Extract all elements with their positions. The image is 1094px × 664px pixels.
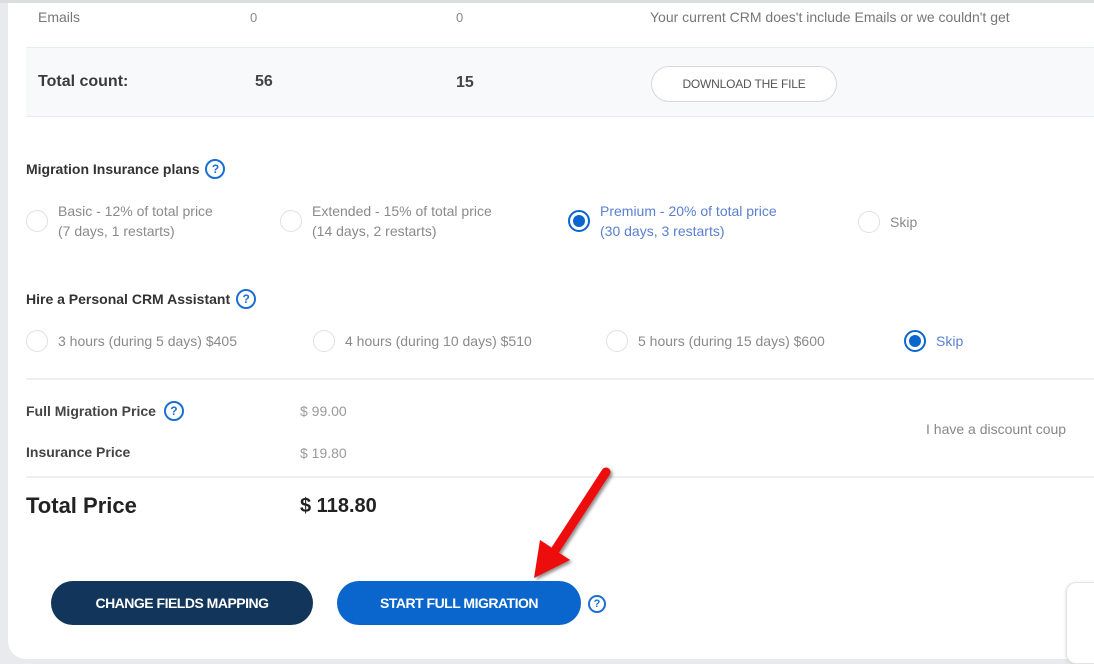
row-label: Emails [38, 9, 81, 25]
assistant-option-skip[interactable]: Skip [904, 330, 963, 352]
insurance-option-premium[interactable]: Premium - 20% of total price (30 days, 3 … [568, 201, 777, 241]
arrow-shaft [549, 467, 611, 557]
option-label: Basic - 12% of total price (7 days, 1 res… [58, 203, 213, 239]
insurance-option-extended[interactable]: Extended - 15% of total price (14 days, 2… [280, 201, 492, 241]
option-label: Skip [936, 333, 964, 349]
option-label: Skip [890, 214, 918, 230]
insurance-title-text: Migration Insurance plans [26, 161, 200, 177]
total-price-label: Total Price [26, 493, 137, 518]
option-label: Premium - 20% of total price (30 days, 3 … [600, 203, 777, 239]
assistant-option-5h[interactable]: 5 hours (during 15 days) $600 [606, 330, 825, 352]
assistant-title-text: Hire a Personal CRM Assistant [26, 291, 231, 307]
question-circle-icon[interactable]: ? [236, 289, 257, 309]
radio-button[interactable] [858, 211, 880, 233]
full-migration-price-label: Full Migration Price [26, 403, 156, 419]
radio-button[interactable] [313, 330, 335, 352]
insurance-section-title: Migration Insurance plans ? [26, 159, 226, 179]
insurance-price-label: Insurance Price [26, 444, 131, 460]
insurance-price-value: $ 19.80 [300, 445, 347, 461]
question-circle-icon[interactable]: ? [163, 401, 184, 421]
arrow-head [534, 540, 570, 578]
full-migration-price-value: $ 99.00 [300, 403, 347, 419]
radio-button[interactable] [606, 330, 628, 352]
radio-button[interactable] [280, 210, 302, 232]
option-label: 4 hours (during 10 days) $510 [345, 333, 532, 349]
change-fields-mapping-button[interactable]: CHANGE FIELDS MAPPING [51, 581, 313, 625]
table-row-total: Total count: 56 15 DOWNLOAD THE FILE [26, 47, 1094, 117]
divider [26, 378, 1094, 380]
start-full-migration-button[interactable]: START FULL MIGRATION [337, 581, 581, 625]
red-arrow-annotation [534, 467, 611, 578]
assistant-option-4h[interactable]: 4 hours (during 10 days) $510 [313, 330, 532, 352]
total-count-value-2: 15 [456, 74, 474, 91]
radio-button[interactable] [26, 330, 48, 352]
total-count-label: Total count: [38, 73, 129, 90]
row-value-1: 0 [250, 10, 258, 25]
table-row-emails: Emails 0 0 Your current CRM does't inclu… [26, 3, 1094, 47]
total-price-value: $ 118.80 [300, 495, 377, 517]
row-note: Your current CRM does't include Emails o… [650, 9, 1010, 25]
option-label: Extended - 15% of total price (14 days, 2… [312, 203, 492, 239]
question-circle-icon[interactable]: ? [205, 159, 226, 179]
side-widget-card[interactable] [1066, 582, 1094, 664]
radio-button-checked[interactable] [904, 330, 926, 352]
assistant-section-title: Hire a Personal CRM Assistant ? [26, 289, 257, 309]
row-value-2: 0 [456, 10, 464, 25]
option-label: 5 hours (during 15 days) $600 [638, 333, 825, 349]
insurance-option-basic[interactable]: Basic - 12% of total price (7 days, 1 res… [26, 201, 213, 241]
insurance-option-skip[interactable]: Skip [858, 211, 917, 233]
assistant-option-3h[interactable]: 3 hours (during 5 days) $405 [26, 330, 237, 352]
full-migration-price-label-group: Full Migration Price ? [26, 401, 184, 421]
download-file-button[interactable]: DOWNLOAD THE FILE [651, 66, 837, 102]
discount-coupon-link[interactable]: I have a discount coup [926, 421, 1066, 437]
question-circle-icon[interactable]: ? [588, 595, 606, 613]
radio-button-checked[interactable] [568, 210, 590, 232]
radio-button[interactable] [26, 210, 48, 232]
option-label: 3 hours (during 5 days) $405 [58, 333, 237, 349]
total-count-value-1: 56 [255, 73, 273, 90]
